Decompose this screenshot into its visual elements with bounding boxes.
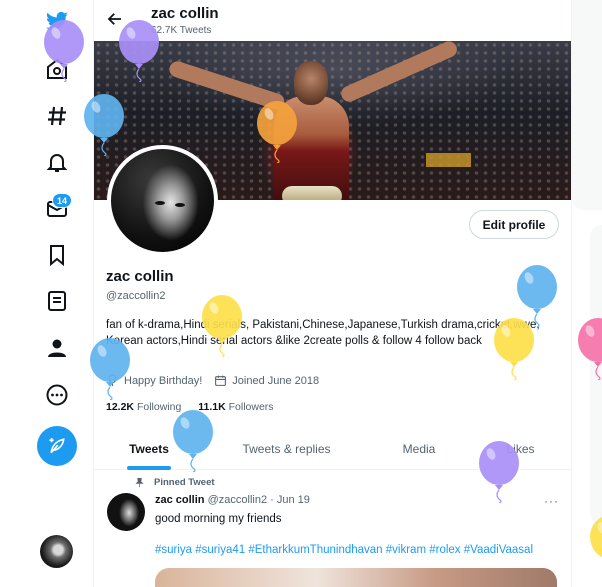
account-avatar[interactable]	[40, 535, 73, 568]
header-profile-name: zac collin	[151, 5, 219, 22]
avatar-eye	[155, 201, 165, 205]
pinned-indicator: Pinned Tweet	[134, 477, 215, 488]
balloon-decoration	[88, 338, 132, 401]
balloon-decoration	[82, 94, 126, 157]
tweet-more-button[interactable]: ···	[544, 494, 559, 508]
joined-text: Joined June 2018	[232, 374, 320, 387]
birthday-text: Happy Birthday!	[124, 374, 203, 387]
tweet-media-image[interactable]	[155, 568, 557, 587]
explore-hashtag-icon[interactable]	[42, 101, 72, 131]
balloon-decoration	[576, 318, 602, 381]
banner-belt	[282, 186, 342, 200]
messages-badge: 14	[52, 193, 73, 208]
balloon-decoration	[588, 515, 602, 577]
tab-label: Tweets	[129, 442, 169, 456]
tweet-text: good morning my friends	[155, 513, 282, 525]
sidebar-search-card	[572, 0, 602, 210]
balloon-decoration	[171, 410, 215, 473]
tweet-separator: ·	[270, 494, 274, 506]
tab-media[interactable]: Media	[369, 428, 469, 470]
balloon-decoration	[42, 20, 86, 83]
compose-tweet-icon	[49, 438, 65, 454]
more-icon[interactable]	[42, 380, 72, 410]
tweet-hashtags[interactable]: #suriya #suriya41 #EtharkkumThunindhavan…	[155, 544, 533, 556]
tweet-author-name[interactable]: zac collin	[155, 494, 205, 506]
tab-label: Media	[402, 442, 436, 456]
lists-icon[interactable]	[42, 286, 72, 316]
notifications-bell-icon[interactable]	[42, 147, 72, 177]
edit-profile-button[interactable]: Edit profile	[469, 210, 559, 239]
tweet-author-handle[interactable]: @zaccollin2	[208, 494, 267, 506]
balloon-decoration	[255, 101, 299, 164]
left-nav-rail: 14	[0, 0, 94, 587]
compose-tweet-button[interactable]	[37, 426, 77, 466]
bookmarks-icon[interactable]	[42, 240, 72, 270]
balloon-decoration	[200, 295, 244, 358]
following-count: 12.2K	[106, 401, 135, 413]
balloon-decoration	[492, 318, 536, 381]
profile-meta: Happy Birthday! Joined June 2018	[106, 374, 331, 387]
joined-item: Joined June 2018	[214, 374, 319, 387]
profile-header-bar: zac collin 62.7K Tweets	[94, 0, 571, 41]
profile-icon[interactable]	[42, 333, 72, 363]
balloon-decoration	[477, 441, 521, 504]
tweet-author-avatar[interactable]	[107, 493, 145, 531]
followers-label: Followers	[228, 401, 274, 413]
tweet-header: zac collin @zaccollin2 · Jun 19	[155, 494, 310, 506]
pinned-label: Pinned Tweet	[154, 477, 215, 488]
profile-avatar[interactable]	[107, 145, 218, 256]
active-tab-indicator	[127, 466, 171, 470]
tab-tweets-replies[interactable]: Tweets & replies	[204, 428, 369, 470]
banner-stage-sign	[426, 153, 471, 167]
calendar-icon	[215, 375, 227, 386]
profile-name: zac collin	[106, 268, 174, 285]
tweet-date[interactable]: Jun 19	[277, 494, 310, 506]
profile-handle: @zaccollin2	[106, 290, 166, 302]
profile-bio: fan of k-drama,Hindi serials, Pakistani,…	[106, 319, 540, 347]
tab-label: Tweets & replies	[242, 442, 331, 456]
banner-figure-head	[294, 61, 328, 105]
avatar-eye	[175, 203, 185, 207]
pin-icon	[135, 478, 144, 488]
balloon-decoration	[117, 20, 161, 83]
